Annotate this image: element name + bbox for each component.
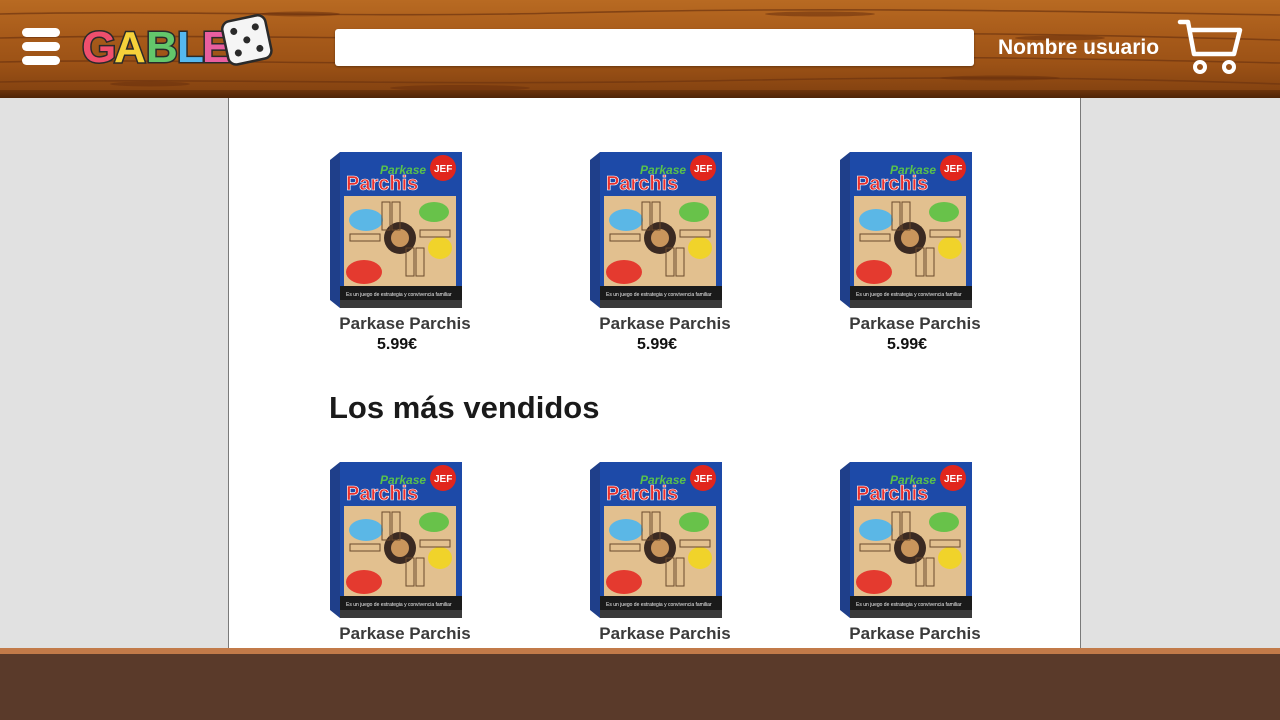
- bestsellers-heading: Los más vendidos: [329, 390, 600, 425]
- product-name[interactable]: Parkase Parchis: [330, 314, 480, 334]
- product-image[interactable]: Parkase Parchis JEF Es un juego de estra…: [840, 460, 980, 620]
- top-header: G A B L E Nombre usuario: [0, 0, 1280, 98]
- hamburger-menu-icon[interactable]: [22, 26, 62, 66]
- logo-letter-g: G: [82, 23, 116, 70]
- svg-text:JEF: JEF: [944, 164, 962, 175]
- product-name[interactable]: Parkase Parchis: [590, 314, 740, 334]
- product-name[interactable]: Parkase Parchis: [330, 624, 480, 644]
- svg-text:JEF: JEF: [694, 164, 712, 175]
- product-name[interactable]: Parkase Parchis: [840, 624, 990, 644]
- svg-text:JEF: JEF: [434, 164, 452, 175]
- svg-text:JEF: JEF: [694, 474, 712, 485]
- svg-text:Parchis: Parchis: [606, 483, 678, 505]
- svg-text:Es un juego de estrategia y co: Es un juego de estrategia y convivencia …: [856, 602, 962, 608]
- svg-text:Es un juego de estrategia y co: Es un juego de estrategia y convivencia …: [856, 292, 962, 298]
- svg-text:Parchis: Parchis: [856, 173, 928, 195]
- product-image[interactable]: Parkase Parchis JEF Es un juego de estra…: [330, 150, 470, 310]
- product-name[interactable]: Parkase Parchis: [840, 314, 990, 334]
- svg-text:Es un juego de estrategia y co: Es un juego de estrategia y convivencia …: [606, 292, 712, 298]
- product-image[interactable]: Parkase Parchis JEF Es un juego de estra…: [590, 150, 730, 310]
- footer: [0, 648, 1280, 720]
- logo-letter-a: A: [114, 23, 146, 70]
- svg-text:JEF: JEF: [434, 474, 452, 485]
- svg-text:Parchis: Parchis: [346, 173, 418, 195]
- svg-text:Parchis: Parchis: [346, 483, 418, 505]
- search-input[interactable]: [335, 29, 974, 66]
- product-price: 5.99€: [376, 336, 418, 353]
- product-price: 5.99€: [886, 336, 928, 353]
- svg-text:Parchis: Parchis: [606, 173, 678, 195]
- main-content: Parkase Parchis JEF Es un juego de estra…: [228, 98, 1081, 650]
- dice-icon: [220, 14, 273, 66]
- product-image[interactable]: Parkase Parchis JEF Es un juego de estra…: [840, 150, 980, 310]
- username-link[interactable]: Nombre usuario: [998, 36, 1159, 60]
- logo-letter-l: L: [177, 23, 204, 70]
- product-name[interactable]: Parkase Parchis: [590, 624, 740, 644]
- svg-text:JEF: JEF: [944, 474, 962, 485]
- shopping-cart-icon[interactable]: [1176, 18, 1244, 76]
- svg-text:Es un juego de estrategia y co: Es un juego de estrategia y convivencia …: [346, 292, 452, 298]
- product-price: 5.99€: [636, 336, 678, 353]
- product-image[interactable]: Parkase Parchis JEF Es un juego de estra…: [330, 460, 470, 620]
- header-border: [0, 90, 1280, 98]
- gable-logo[interactable]: G A B L E: [80, 4, 276, 70]
- svg-text:Parchis: Parchis: [856, 483, 928, 505]
- logo-letter-b: B: [146, 23, 178, 70]
- svg-text:Es un juego de estrategia y co: Es un juego de estrategia y convivencia …: [346, 602, 452, 608]
- svg-text:Es un juego de estrategia y co: Es un juego de estrategia y convivencia …: [606, 602, 712, 608]
- product-image[interactable]: Parkase Parchis JEF Es un juego de estra…: [590, 460, 730, 620]
